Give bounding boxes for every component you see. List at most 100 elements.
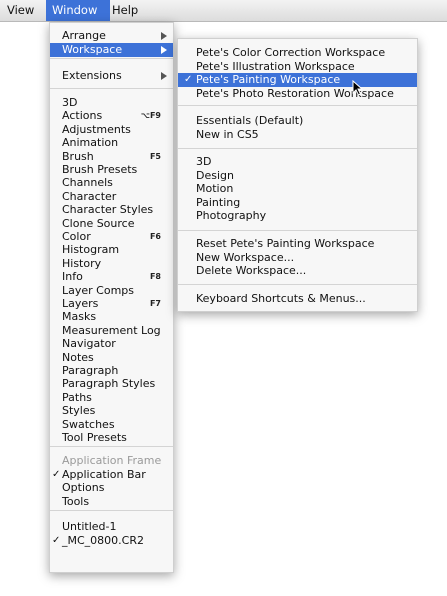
window-menu-item-brush[interactable]: Brush F5 [50, 150, 173, 164]
window-menu-item-history[interactable]: History [50, 257, 173, 271]
menu-item-label: New in CS5 [196, 127, 259, 141]
window-menu-item-untitled-1[interactable]: Untitled-1 [50, 520, 173, 534]
menubar-item-view[interactable]: View [4, 0, 45, 21]
workspace-menu-item-delete-workspace[interactable]: Delete Workspace... [178, 264, 417, 278]
menu-item-label: Paragraph Styles [62, 377, 156, 391]
window-menu-item-clone-source[interactable]: Clone Source [50, 217, 173, 231]
menu-item-label: Arrange [62, 29, 106, 42]
workspace-menu-item-pete-s-color-correction-workspace[interactable]: Pete's Color Correction Workspace [178, 46, 417, 60]
menu-item-label: Painting [196, 195, 241, 209]
menu-item-label: 3D [62, 96, 78, 109]
triangle-right-icon [161, 32, 167, 40]
window-menu-item-extensions[interactable]: Extensions [50, 69, 173, 83]
workspace-menu-item-design[interactable]: Design [178, 169, 417, 183]
window-menu-item-measurement-log[interactable]: Measurement Log [50, 324, 173, 338]
window-menu: Arrange Workspace Extensions 3D Actions ⌥F9 Ad… [49, 22, 174, 573]
window-menu-item-color[interactable]: Color F6 [50, 230, 173, 244]
window-menu-item-navigator[interactable]: Navigator [50, 337, 173, 351]
shortcut-label: F8 [149, 272, 161, 282]
menu-item-label: New Workspace... [196, 250, 295, 264]
window-menu-item-character[interactable]: Character [50, 190, 173, 204]
menu-item-label: _MC_0800.CR2 [62, 533, 144, 547]
menu-bar: View Window Help [0, 0, 447, 22]
window-menu-item-options[interactable]: Options [50, 481, 173, 495]
workspace-menu-item-pete-s-painting-workspace[interactable]: ✓ Pete's Painting Workspace [178, 73, 417, 87]
menu-item-label: Photography [196, 209, 267, 222]
menu-item-label: Essentials (Default) [196, 114, 304, 127]
window-menu-item-adjustments[interactable]: Adjustments [50, 123, 173, 137]
menu-item-label: Options [62, 481, 105, 494]
window-menu-item-character-styles[interactable]: Character Styles [50, 203, 173, 217]
menu-item-label: Navigator [62, 337, 116, 351]
menu-item-label: Application Frame [62, 454, 162, 467]
checkmark-icon: ✓ [184, 74, 193, 85]
window-menu-item-animation[interactable]: Animation [50, 136, 173, 150]
shortcut-label: ⌥F9 [140, 111, 161, 121]
shortcut-label: F5 [149, 151, 161, 161]
window-menu-item-masks[interactable]: Masks [50, 310, 173, 324]
menu-item-label: Pete's Illustration Workspace [196, 59, 355, 73]
menu-separator [178, 230, 417, 231]
menu-item-label: Workspace [62, 42, 123, 56]
menu-item-label: Notes [62, 350, 94, 364]
window-menu-item-actions[interactable]: Actions ⌥F9 [50, 109, 173, 123]
window-menu-item-paths[interactable]: Paths [50, 391, 173, 405]
menu-item-label: Styles [62, 404, 96, 418]
workspace-menu-item-pete-s-photo-restoration-workspace[interactable]: Pete's Photo Restoration Workspace [178, 87, 417, 101]
menu-item-label: Adjustments [62, 122, 131, 136]
window-menu-item-tool-presets[interactable]: Tool Presets [50, 431, 173, 445]
arrow-pointer-icon [352, 80, 364, 96]
window-menu-item-mc-0800-cr2[interactable]: ✓ _MC_0800.CR2 [50, 534, 173, 548]
menu-item-label: Untitled-1 [62, 520, 117, 533]
shortcut-label: F6 [149, 232, 161, 241]
window-menu-item-paragraph[interactable]: Paragraph [50, 364, 173, 378]
shortcut-label: F7 [149, 299, 161, 308]
menu-item-label: Extensions [62, 69, 122, 82]
window-menu-item-3d[interactable]: 3D [50, 96, 173, 110]
menubar-item-window[interactable]: Window [46, 0, 110, 21]
workspace-menu-item-essentials-default[interactable]: Essentials (Default) [178, 114, 417, 128]
menu-item-label: Clone Source [62, 216, 135, 230]
workspace-menu-item-motion[interactable]: Motion [178, 182, 417, 196]
window-menu-item-paragraph-styles[interactable]: Paragraph Styles [50, 377, 173, 391]
window-menu-item-arrange[interactable]: Arrange [50, 29, 173, 43]
menubar-item-help[interactable]: Help [112, 0, 148, 21]
checkmark-icon: ✓ [52, 534, 61, 546]
menu-item-label: Measurement Log [62, 323, 161, 337]
triangle-right-icon [161, 72, 167, 80]
window-menu-item-application-bar[interactable]: ✓ Application Bar [50, 468, 173, 482]
window-menu-item-swatches[interactable]: Swatches [50, 418, 173, 432]
menu-item-label: Swatches [62, 417, 115, 431]
window-menu-item-histogram[interactable]: Histogram [50, 243, 173, 257]
workspace-menu-item-reset-pete-s-painting-workspace[interactable]: Reset Pete's Painting Workspace [178, 237, 417, 251]
window-menu-item-brush-presets[interactable]: Brush Presets [50, 163, 173, 177]
menu-item-label: Pete's Color Correction Workspace [196, 46, 386, 59]
menu-item-label: Layer Comps [62, 283, 135, 297]
window-menu-item-layers[interactable]: Layers F7 [50, 297, 173, 311]
window-menu-item-application-frame: Application Frame [50, 454, 173, 468]
menu-separator [178, 105, 417, 106]
window-menu-item-notes[interactable]: Notes [50, 351, 173, 365]
menu-item-label: Paths [62, 390, 92, 404]
window-menu-item-styles[interactable]: Styles [50, 404, 173, 418]
menu-separator [178, 284, 417, 285]
workspace-menu-item-new-workspace[interactable]: New Workspace... [178, 251, 417, 265]
workspace-menu-item-new-in-cs5[interactable]: New in CS5 [178, 128, 417, 142]
menu-item-label: Keyboard Shortcuts & Menus... [196, 292, 366, 305]
window-menu-item-workspace[interactable]: Workspace [50, 42, 173, 57]
menu-item-label: Tools [62, 494, 90, 508]
workspace-menu-item-painting[interactable]: Painting [178, 196, 417, 210]
window-menu-item-channels[interactable]: Channels [50, 176, 173, 190]
triangle-right-icon [161, 45, 167, 54]
workspace-menu-item-keyboard-shortcuts-menus[interactable]: Keyboard Shortcuts & Menus... [178, 292, 417, 306]
menu-item-label: Info [62, 270, 83, 284]
window-menu-item-layer-comps[interactable]: Layer Comps [50, 284, 173, 298]
workspace-menu-item-photography[interactable]: Photography [178, 209, 417, 223]
workspace-menu-item-pete-s-illustration-workspace[interactable]: Pete's Illustration Workspace [178, 60, 417, 74]
window-menu-item-info[interactable]: Info F8 [50, 270, 173, 284]
window-menu-item-tools[interactable]: Tools [50, 495, 173, 509]
menu-item-label: Character Styles [62, 203, 154, 217]
menu-item-label: Pete's Painting Workspace [196, 73, 341, 86]
menu-separator [50, 510, 173, 511]
workspace-menu-item-3d[interactable]: 3D [178, 155, 417, 169]
